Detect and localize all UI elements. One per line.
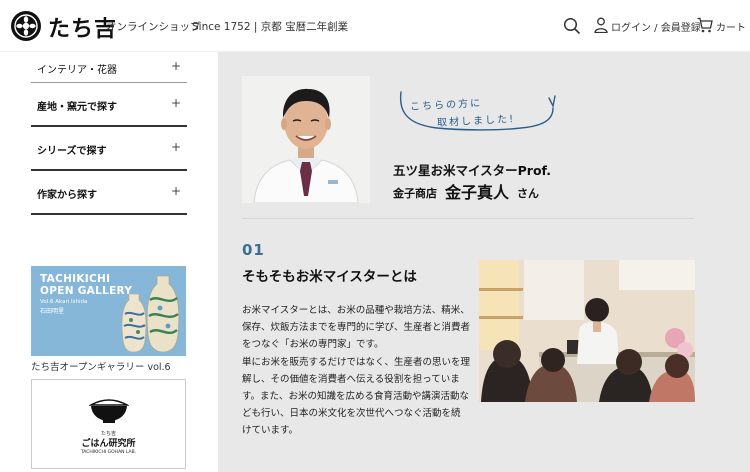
site-header: たち吉 オンラインショップ Since 1752 | 京都 宝暦二年創業 ログイ… (0, 0, 750, 52)
category-sidebar: インテリア・花器 + 産地・窯元で探す + シリーズで探す + 作家から探す + (31, 52, 187, 215)
expand-icon[interactable]: + (171, 184, 181, 198)
expand-icon[interactable]: + (171, 96, 181, 110)
cart-link[interactable]: カート (716, 19, 746, 34)
section-title: そもそもお米マイスターとは (242, 269, 417, 285)
body-line: をつなぐ「お米の専門家」です。 (242, 339, 384, 351)
category-label: インテリア・花器 (37, 65, 117, 76)
section-divider (242, 218, 694, 219)
category-series[interactable]: シリーズで探す + (31, 127, 187, 171)
profile-name: 金子真人 (445, 183, 510, 202)
body-line: けています。 (242, 425, 299, 437)
since-label: Since 1752 | 京都 宝暦二年創業 (192, 21, 349, 33)
gohan-lab-banner[interactable]: たち吉 ごはん研究所 TACHIKICHI GOHAN LAB. (31, 379, 186, 469)
rice-bowl-icon (89, 399, 129, 423)
profile-honorific: さん (517, 187, 539, 200)
category-label: 産地・窯元で探す (37, 102, 117, 113)
category-interior[interactable]: インテリア・花器 + (31, 52, 187, 83)
user-icon[interactable] (594, 17, 608, 33)
section-number: 01 (242, 241, 265, 259)
category-label: 作家から探す (37, 190, 97, 201)
profile-title: 五ツ星お米マイスターProf. (393, 163, 552, 178)
banner-artist: 石田明里 (40, 308, 65, 315)
vase-image (146, 275, 180, 353)
gallery-caption-link[interactable]: たち吉オープンギャラリー vol.6 (31, 359, 171, 373)
gohan-subtitle: TACHIKICHI GOHAN LAB. (80, 450, 137, 455)
cart-icon[interactable] (697, 17, 713, 33)
expand-icon[interactable]: + (171, 140, 181, 154)
category-label: シリーズで探す (37, 146, 107, 157)
search-icon[interactable] (563, 17, 581, 35)
body-line: 単にお米を販売するだけではなく、生産者の思いを理 (242, 356, 471, 368)
portrait-photo (242, 76, 370, 203)
category-artist[interactable]: 作家から探す + (31, 171, 187, 215)
open-gallery-banner[interactable]: TACHIKICHI OPEN GALLERY Vol.6 Akari Ishi… (31, 266, 186, 356)
body-line: 保存、炊飯方法までを専門的に学び、生産者と消費者 (242, 322, 471, 334)
section-body: お米マイスターとは、お米の品種や栽培方法、精米、 保存、炊飯方法までを専門的に学… (242, 302, 471, 440)
shop-label: オンラインショップ (106, 21, 201, 33)
body-line: 解し、その価値を消費者へ伝える役割を担っていま (242, 373, 460, 385)
classroom-photo (479, 260, 695, 402)
body-line: ども行い、日本の米文化を次世代へつなぐ活動を続 (242, 408, 461, 420)
banner-title-line1: TACHIKICHI (40, 273, 111, 285)
logo-crest-icon[interactable] (11, 11, 41, 41)
profile-shop: 金子商店 (393, 187, 437, 200)
category-origin[interactable]: 産地・窯元で探す + (31, 83, 187, 127)
banner-vol: Vol.6 Akari Ishida (40, 299, 88, 305)
login-link[interactable]: ログイン / 会員登録 (611, 19, 701, 34)
expand-icon[interactable]: + (171, 59, 181, 73)
body-line: す。また、お米の知識を広める食育活動や講演活動な (242, 391, 470, 403)
body-line: お米マイスターとは、お米の品種や栽培方法、精米、 (242, 305, 470, 316)
gohan-title: ごはん研究所 (81, 439, 136, 449)
